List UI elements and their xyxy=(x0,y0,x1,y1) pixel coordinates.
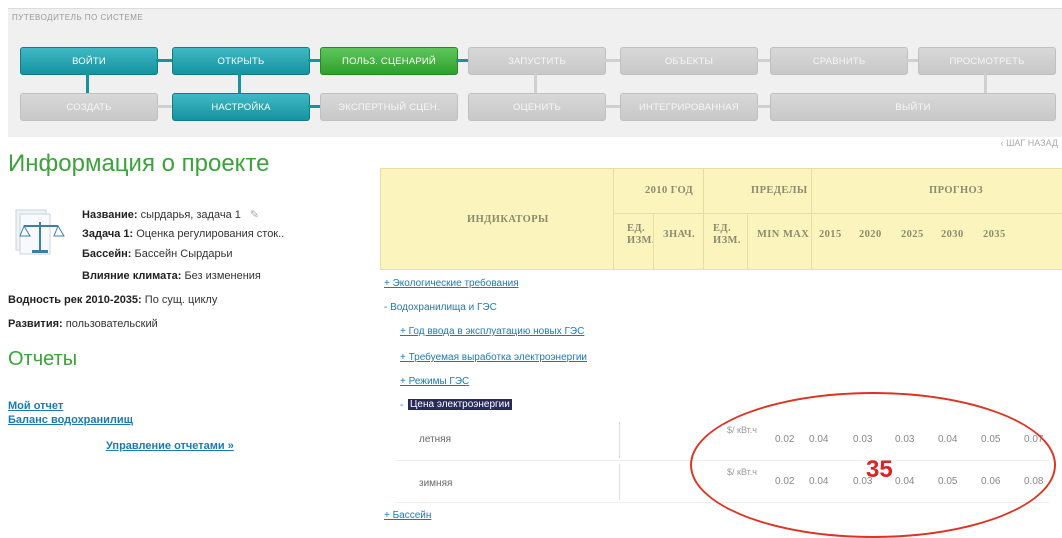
tree-required-energy[interactable]: + Требуемая выработка электроэнергии xyxy=(400,352,587,363)
arrow-icon xyxy=(604,59,620,62)
login-button[interactable]: ВОЙТИ xyxy=(20,47,158,75)
arrow-icon xyxy=(308,59,320,62)
limit-unit-header: ЕД. ИЗМ. xyxy=(713,223,741,246)
tree-price-prefix: - xyxy=(400,400,404,411)
wizard-title: ПУТЕВОДИТЕЛЬ ПО СИСТЕМЕ xyxy=(12,13,144,22)
reservoir-balance-link[interactable]: Баланс водохранилищ xyxy=(8,414,133,426)
arrow-icon xyxy=(156,105,172,108)
tree-basin[interactable]: + Бассейн xyxy=(384,510,431,521)
arrow-icon xyxy=(238,73,241,93)
year-header: 2015 xyxy=(819,229,842,240)
system-wizard: ПУТЕВОДИТЕЛЬ ПО СИСТЕМЕ ВОЙТИ ОТКРЫТЬ ПО… xyxy=(8,8,1062,137)
tree-reservoirs[interactable]: - Водохранилища и ГЭС xyxy=(384,302,497,313)
year-header: 2020 xyxy=(859,229,882,240)
user-scenario-button[interactable]: ПОЛЬЗ. СЦЕНАРИЙ xyxy=(320,47,458,75)
year-header: 2030 xyxy=(941,229,964,240)
exit-button[interactable]: ВЫЙТИ xyxy=(770,93,1056,121)
annotation-number: 35 xyxy=(866,456,893,483)
project-climate: Влияние климата: Без изменения xyxy=(82,270,261,282)
limits-header: ПРЕДЕЛЫ xyxy=(751,185,808,196)
row-label: зимняя xyxy=(419,478,453,489)
tree-hpp-modes[interactable]: + Режимы ГЭС xyxy=(400,376,469,387)
compare-button[interactable]: СРАВНИТЬ xyxy=(770,47,908,75)
tree-eco-requirements[interactable]: + Экологические требования xyxy=(384,278,519,289)
value-header: ЗНАЧ. xyxy=(663,229,696,240)
objects-button[interactable]: ОБЪЕКТЫ xyxy=(620,47,758,75)
project-name: Название: сырдарья, задача 1 ✎ xyxy=(82,209,260,221)
arrow-icon xyxy=(604,105,620,108)
manage-reports-link[interactable]: Управление отчетами » xyxy=(106,440,234,452)
project-development: Развития: пользовательский xyxy=(8,318,158,330)
arrow-icon xyxy=(756,105,770,108)
step-back-link[interactable]: ‹ ШАГ НАЗАД xyxy=(1001,138,1058,148)
arrow-icon xyxy=(756,59,770,62)
project-water: Водность рек 2010-2035: По сущ. циклу xyxy=(8,294,218,306)
arrow-icon xyxy=(156,59,172,62)
integrated-button[interactable]: ИНТЕГРИРОВАННАЯ xyxy=(620,93,758,121)
create-button[interactable]: СОЗДАТЬ xyxy=(20,93,158,121)
max-header: MAX xyxy=(783,229,810,240)
scales-icon xyxy=(15,209,65,255)
settings-button[interactable]: НАСТРОЙКА xyxy=(172,93,310,121)
my-report-link[interactable]: Мой отчет xyxy=(8,400,63,412)
year-header: 2035 xyxy=(983,229,1006,240)
arrow-icon xyxy=(984,73,987,93)
view-button[interactable]: ПРОСМОТРЕТЬ xyxy=(918,47,1056,75)
year-2010-header: 2010 ГОД xyxy=(645,185,694,196)
indicators-header: ИНДИКАТОРЫ xyxy=(467,214,549,225)
unit-header: ЕД. ИЗМ. xyxy=(627,223,655,246)
edit-icon[interactable]: ✎ xyxy=(250,209,259,221)
arrow-icon xyxy=(86,73,89,93)
arrow-icon xyxy=(456,59,468,62)
forecast-header: ПРОГНОЗ xyxy=(929,185,984,196)
open-button[interactable]: ОТКРЫТЬ xyxy=(172,47,310,75)
reports-heading: Отчеты xyxy=(8,348,78,370)
expert-scenario-button[interactable]: ЭКСПЕРТНЫЙ СЦЕН. xyxy=(320,93,458,121)
tree-new-plants-year[interactable]: + Год ввода в эксплуатацию новых ГЭС xyxy=(400,326,584,337)
arrow-icon xyxy=(308,105,320,108)
project-task: Задача 1: Оценка регулирования сток.. xyxy=(82,228,285,240)
project-info-heading: Информация о проекте xyxy=(8,150,270,177)
arrow-icon xyxy=(534,73,537,93)
table-header: ИНДИКАТОРЫ 2010 ГОД ПРЕДЕЛЫ ПРОГНОЗ ЕД. … xyxy=(380,168,1062,270)
tree-electricity-price[interactable]: Цена электроэнергии xyxy=(408,399,512,410)
run-button[interactable]: ЗАПУСТИТЬ xyxy=(468,47,606,75)
row-label: летняя xyxy=(419,434,451,445)
arrow-icon xyxy=(906,59,918,62)
evaluate-button[interactable]: ОЦЕНИТЬ xyxy=(468,93,606,121)
year-header: 2025 xyxy=(901,229,924,240)
min-header: MIN xyxy=(757,229,780,240)
project-basin: Бассейн: Бассейн Сырдарьи xyxy=(82,248,233,260)
